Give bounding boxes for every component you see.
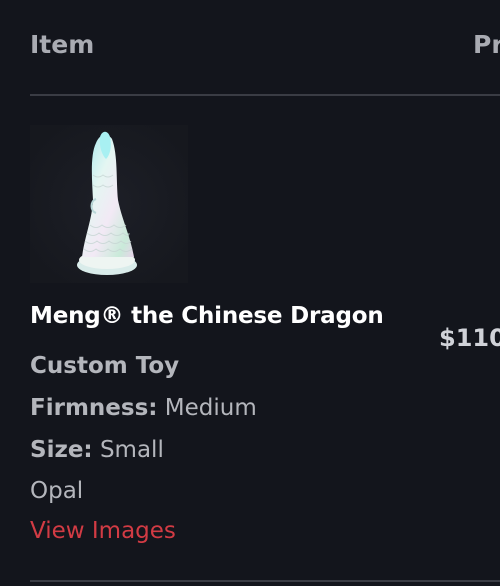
firmness-value: Medium — [164, 395, 257, 421]
dragon-product-image — [30, 125, 188, 283]
firmness-option: Firmness: Medium — [30, 395, 257, 421]
row-divider — [30, 580, 500, 582]
product-thumbnail[interactable] — [30, 125, 188, 283]
size-option: Size: Small — [30, 437, 164, 463]
product-type: Custom Toy — [30, 353, 180, 379]
header-divider — [30, 94, 500, 96]
product-name[interactable]: Meng® the Chinese Dragon — [30, 303, 384, 329]
color-option: Opal — [30, 478, 84, 504]
cart-page: Item Pr Meng® the Chinese Dragon $110 Cu… — [0, 0, 500, 586]
column-header-price: Pr — [473, 30, 500, 59]
firmness-label: Firmness: — [30, 395, 158, 421]
column-header-item: Item — [30, 30, 95, 59]
size-value: Small — [99, 437, 164, 463]
product-price: $110 — [439, 324, 500, 352]
view-images-link[interactable]: View Images — [30, 518, 176, 544]
size-label: Size: — [30, 437, 93, 463]
